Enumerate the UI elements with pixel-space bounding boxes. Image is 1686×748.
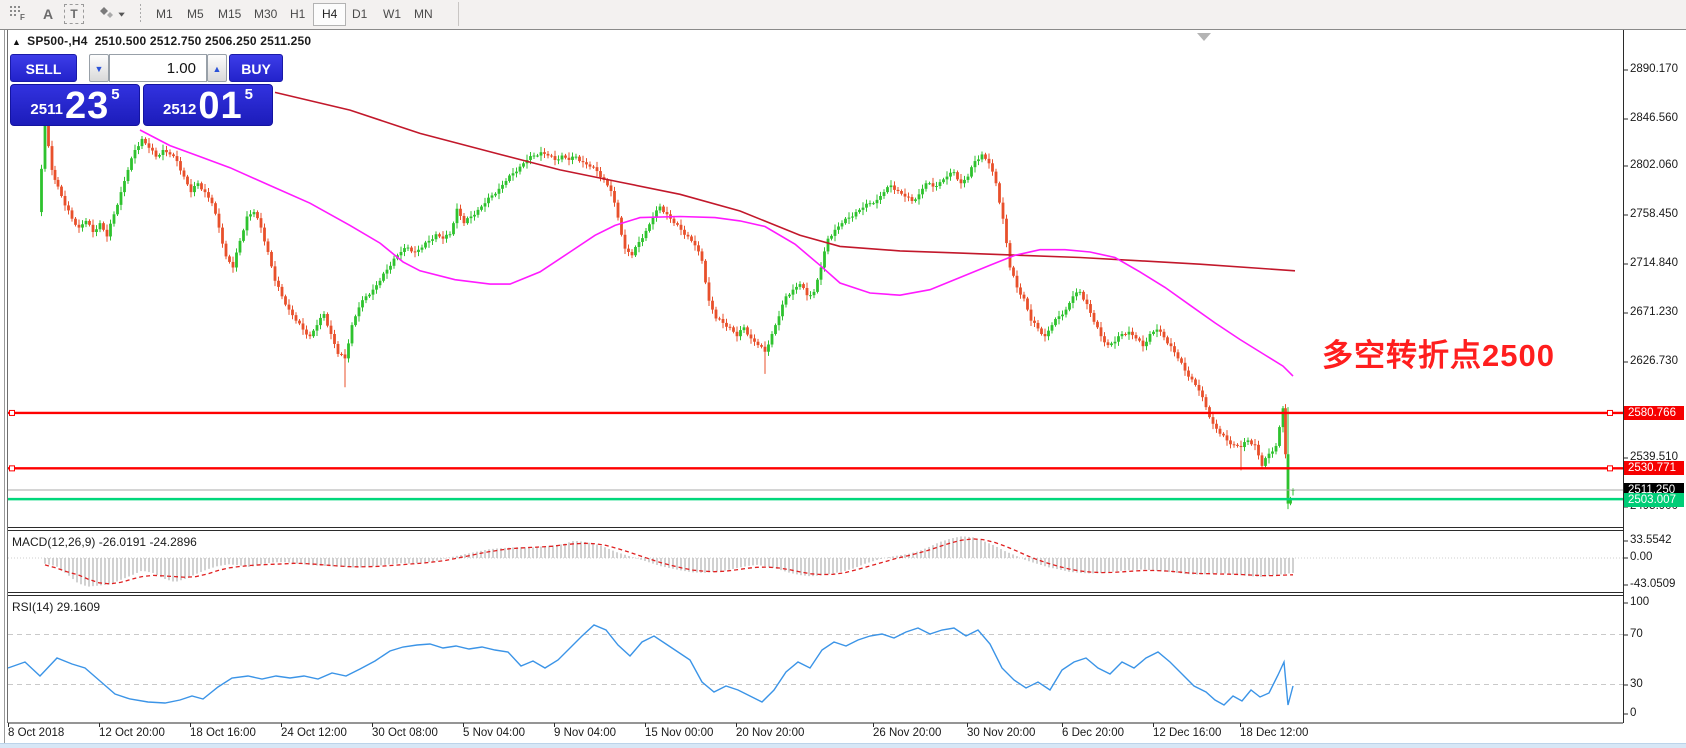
- timeframe-button-mn[interactable]: MN: [406, 3, 441, 26]
- rsi-scale-label: 0: [1630, 707, 1636, 719]
- trading-app: { "toolbar": { "icons": [ {"name": "grid…: [0, 0, 1686, 748]
- buy-price-main: 01: [198, 89, 242, 123]
- svg-text:F: F: [20, 13, 25, 22]
- time-axis-label: 18 Dec 12:00: [1240, 727, 1308, 739]
- macd-main-value: -26.0191: [99, 535, 146, 549]
- time-axis-label: 15 Nov 00:00: [645, 727, 713, 739]
- rsi-scale-label: 30: [1630, 678, 1643, 690]
- resistance-level-badge: 2580.766: [1624, 406, 1684, 420]
- time-axis-label: 20 Nov 20:00: [736, 727, 804, 739]
- chart-shift-marker-icon[interactable]: [1197, 33, 1211, 41]
- sell-price-main: 23: [65, 89, 109, 123]
- timeframe-button-h1[interactable]: H1: [282, 3, 313, 26]
- sell-price-handle: 2511: [30, 101, 63, 118]
- label-tool-icon[interactable]: T: [64, 4, 84, 24]
- time-axis-label: 6 Dec 20:00: [1062, 727, 1124, 739]
- panel-collapse-icon[interactable]: ▲: [12, 37, 21, 47]
- timeframe-button-w1[interactable]: W1: [375, 3, 409, 26]
- macd-scale-label: -43.0509: [1630, 578, 1675, 590]
- sell-button[interactable]: SELL: [10, 54, 77, 82]
- timeframe-button-m30[interactable]: M30: [246, 3, 285, 26]
- price-tick-label: 2846.560: [1630, 112, 1678, 124]
- rsi-scale-label: 100: [1630, 596, 1649, 608]
- volume-input[interactable]: [109, 54, 207, 82]
- toolbar-separator: [458, 2, 459, 26]
- time-axis-label: 30 Oct 08:00: [372, 727, 438, 739]
- status-strip: [0, 743, 1686, 748]
- buy-price-display[interactable]: 2512 01 5: [143, 84, 273, 126]
- one-click-trade-panel: SELL ▼ ▲ BUY 2511 23 5 2512 01 5: [10, 54, 273, 126]
- price-tick-label: 2802.060: [1630, 159, 1678, 171]
- ohlc-readout: 2510.500 2512.750 2506.250 2511.250: [95, 34, 312, 48]
- support-level-badge: 2503.007: [1624, 493, 1684, 507]
- buy-price-pip: 5: [245, 86, 253, 103]
- time-axis-label: 18 Oct 16:00: [190, 727, 256, 739]
- time-axis-label: 8 Oct 2018: [8, 727, 64, 739]
- text-tool-icon[interactable]: A: [36, 3, 60, 26]
- resistance-level-badge: 2530.771: [1624, 461, 1684, 475]
- volume-increase-button[interactable]: ▲: [207, 54, 227, 82]
- buy-price-handle: 2512: [163, 101, 196, 118]
- price-tick-label: 2758.450: [1630, 208, 1678, 220]
- time-axis-label: 12 Oct 20:00: [99, 727, 165, 739]
- rsi-label: RSI(14) 29.1609: [12, 600, 100, 614]
- rsi-value: 29.1609: [57, 600, 100, 614]
- macd-scale-label: 0.00: [1630, 551, 1652, 563]
- arrows-dropdown-icon[interactable]: [94, 3, 128, 26]
- timeframe-button-m1[interactable]: M1: [148, 3, 181, 26]
- price-tick-label: 2671.230: [1630, 306, 1678, 318]
- timeframe-button-d1[interactable]: D1: [344, 3, 375, 26]
- time-axis-label: 5 Nov 04:00: [463, 727, 525, 739]
- grid-snap-icon[interactable]: F: [6, 3, 30, 26]
- macd-signal-value: -24.2896: [149, 535, 196, 549]
- chart-annotation-text: 多空转折点2500: [1322, 330, 1555, 375]
- price-tick-label: 2626.730: [1630, 355, 1678, 367]
- buy-button[interactable]: BUY: [229, 54, 283, 82]
- rsi-scale-label: 70: [1630, 628, 1643, 640]
- price-tick-label: 2714.840: [1630, 257, 1678, 269]
- time-axis-label: 26 Nov 20:00: [873, 727, 941, 739]
- timeframe-button-h4[interactable]: H4: [313, 3, 346, 26]
- time-axis-label: 30 Nov 20:00: [967, 727, 1035, 739]
- chart-title: ▲ SP500-,H4 2510.500 2512.750 2506.250 25…: [12, 34, 311, 48]
- toolbar-separator: [140, 4, 141, 24]
- timeframe-button-m15[interactable]: M15: [210, 3, 249, 26]
- symbol-timeframe-label: SP500-,H4: [27, 34, 88, 48]
- macd-label: MACD(12,26,9) -26.0191 -24.2896: [12, 535, 197, 549]
- sell-price-display[interactable]: 2511 23 5: [10, 84, 140, 126]
- volume-decrease-button[interactable]: ▼: [89, 54, 109, 82]
- macd-scale-label: 33.5542: [1630, 534, 1672, 546]
- time-axis-label: 24 Oct 12:00: [281, 727, 347, 739]
- timeframe-button-m5[interactable]: M5: [179, 3, 212, 26]
- price-tick-label: 2890.170: [1630, 63, 1678, 75]
- sell-price-pip: 5: [111, 86, 119, 103]
- time-axis-label: 9 Nov 04:00: [554, 727, 616, 739]
- time-axis-label: 12 Dec 16:00: [1153, 727, 1221, 739]
- toolbar: F A T M1M5M15M30H1H4D1W1MN: [0, 0, 1686, 29]
